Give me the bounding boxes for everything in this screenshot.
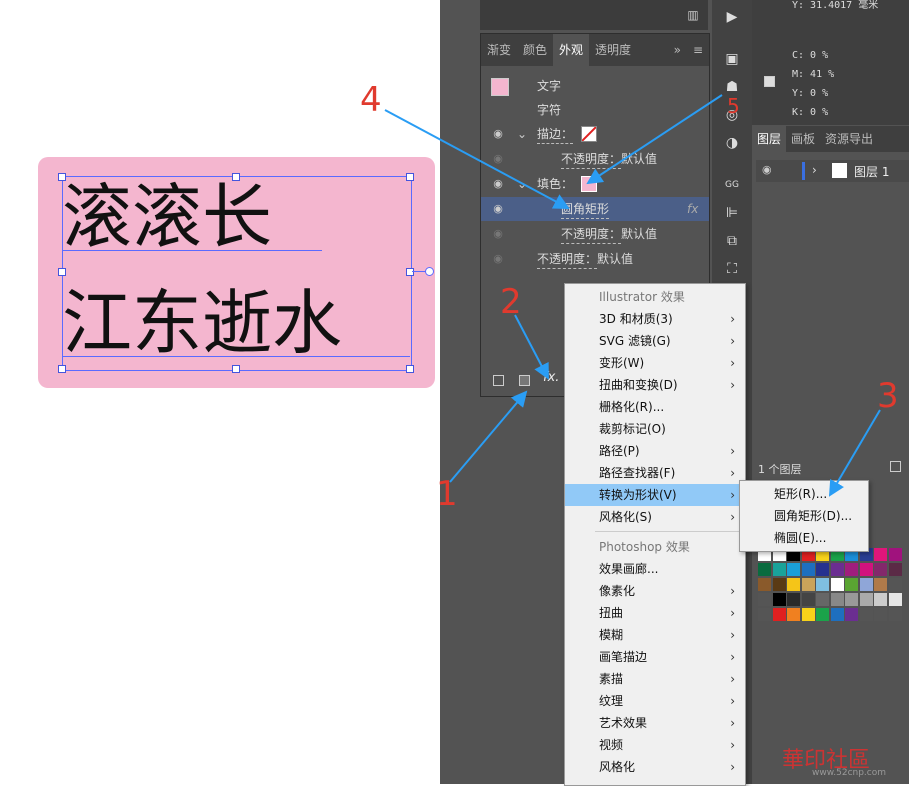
- arrow-1: [449, 390, 528, 483]
- annotation-1: 1: [436, 474, 458, 514]
- arrow-2: [514, 314, 549, 380]
- watermark-url: www.52cnp.com: [812, 768, 887, 778]
- arrow-5: [586, 94, 723, 185]
- annotation-4: 4: [360, 80, 382, 120]
- annotation-5: 5: [727, 94, 740, 118]
- annotation-arrows: [384, 94, 881, 497]
- arrow-3: [828, 409, 881, 497]
- watermark: 華印社區 www.52cnp.com: [760, 742, 909, 784]
- annotation-2: 2: [500, 282, 522, 322]
- arrow-4: [384, 109, 570, 209]
- annotation-3: 3: [877, 376, 899, 416]
